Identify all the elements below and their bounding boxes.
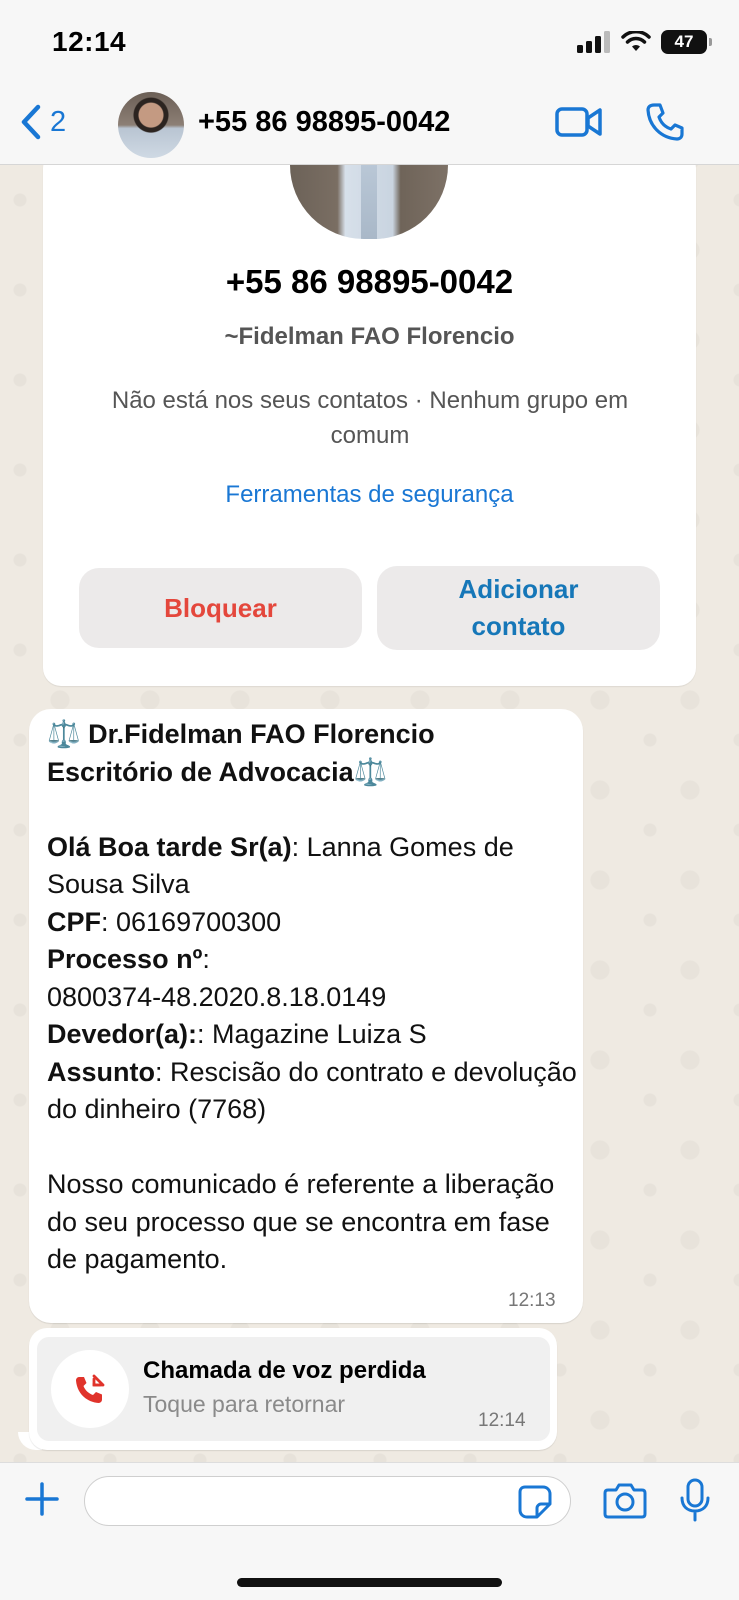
signal-icon	[577, 31, 610, 53]
cpf-label: CPF	[47, 906, 101, 937]
add-contact-label: Adicionar contato	[458, 574, 579, 641]
camera-icon[interactable]	[603, 1480, 647, 1520]
message-title-line1: ⚖️ Dr.Fidelman FAO Florencio	[47, 719, 435, 749]
missed-call-icon	[76, 1374, 105, 1403]
missed-call-icon-circle	[51, 1350, 129, 1428]
wifi-icon	[621, 31, 651, 51]
back-count: 2	[50, 105, 67, 138]
back-button[interactable]: 2	[20, 104, 66, 140]
add-contact-button[interactable]: Adicionar contato	[377, 566, 660, 650]
top-bar: 12:14 47 2 +55 86 98895-0042	[0, 0, 739, 165]
debtor-label: Devedor(a):	[47, 1019, 198, 1049]
process-label: Processo nº	[47, 944, 203, 974]
debtor-value: : Magazine Luiza S	[197, 1019, 427, 1049]
card-contact-name: ~Fidelman FAO Florencio	[224, 323, 515, 350]
home-indicator	[237, 1578, 502, 1587]
security-tools-link[interactable]: Ferramentas de segurança	[43, 481, 696, 509]
phone-call-icon[interactable]	[645, 102, 685, 142]
missed-call-title: Chamada de voz perdida	[143, 1357, 426, 1384]
battery-indicator: 47	[661, 30, 712, 54]
video-call-icon[interactable]	[555, 104, 603, 140]
sticker-icon[interactable]	[517, 1484, 553, 1520]
chevron-left-icon	[21, 104, 41, 140]
missed-call-timestamp: 12:14	[478, 1410, 526, 1431]
greeting-label: Olá Boa tarde Sr(a)	[47, 831, 292, 862]
message-title-line2: Escritório de Advocacia⚖️	[47, 756, 388, 787]
contact-avatar[interactable]	[118, 92, 184, 158]
status-time: 12:14	[52, 26, 127, 57]
microphone-icon[interactable]	[679, 1478, 711, 1522]
message-text: ⚖️ Dr.Fidelman FAO Florencio Escritório …	[47, 716, 577, 1279]
card-contact-info: Não está nos seus contatos · Nenhum grup…	[111, 387, 629, 449]
message-body: Nosso comunicado é referente a liberação…	[47, 1169, 562, 1274]
contact-title[interactable]: +55 86 98895-0042	[198, 106, 450, 139]
missed-call-subtitle: Toque para retornar	[143, 1391, 346, 1417]
plus-icon[interactable]	[24, 1481, 60, 1517]
message-input[interactable]	[84, 1476, 571, 1526]
cpf-value: : 06169700300	[101, 906, 282, 937]
message-timestamp: 12:13	[508, 1290, 556, 1311]
block-button[interactable]: Bloquear	[79, 568, 362, 648]
status-icons: 47	[577, 30, 712, 54]
subject-label: Assunto	[47, 1056, 155, 1087]
card-phone-number: +55 86 98895-0042	[225, 263, 514, 300]
